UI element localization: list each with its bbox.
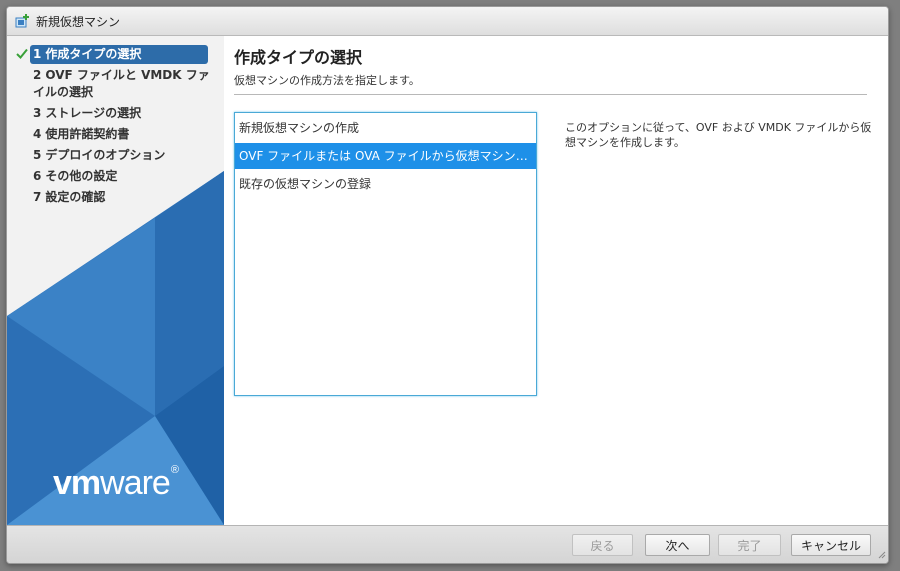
new-vm-dialog: 新規仮想マシン 1 作成タイプの選択 2 OVF ファイルと VMDK ファイル… [6, 6, 889, 564]
step-label: ストレージの選択 [45, 106, 142, 120]
step-number: 5 [33, 148, 42, 162]
header-divider [234, 94, 867, 95]
window-title: 新規仮想マシン [36, 14, 121, 29]
finish-button[interactable]: 完了 [718, 534, 781, 556]
step-number: 7 [33, 190, 42, 204]
step-number: 3 [33, 106, 42, 120]
page-title: 作成タイプの選択 [234, 48, 363, 67]
step-number: 2 [33, 68, 42, 82]
vmware-logo: vmware® [53, 464, 179, 503]
step-number: 1 [33, 47, 42, 61]
wizard-step-1[interactable]: 1 作成タイプの選択 [7, 44, 224, 65]
wizard-step-3[interactable]: 3 ストレージの選択 [7, 103, 224, 124]
option-create-new-vm[interactable]: 新規仮想マシンの作成 [235, 115, 536, 141]
step-label: その他の設定 [45, 169, 118, 183]
creation-type-list[interactable]: 新規仮想マシンの作成 OVF ファイルまたは OVA ファイルから仮想マシンをデ… [234, 112, 537, 396]
wizard-step-6[interactable]: 6 その他の設定 [7, 166, 224, 187]
wizard-sidebar: 1 作成タイプの選択 2 OVF ファイルと VMDK ファイルの選択 3 ストレージ… [7, 36, 224, 525]
logo-ware: ware [100, 464, 171, 502]
wizard-steps: 1 作成タイプの選択 2 OVF ファイルと VMDK ファイルの選択 3 ストレージ… [7, 44, 224, 208]
wizard-footer: 戻る 次へ 完了 キャンセル [7, 525, 888, 563]
title-bar[interactable]: 新規仮想マシン [7, 7, 888, 36]
wizard-step-4[interactable]: 4 使用許諾契約書 [7, 124, 224, 145]
step-label: デプロイのオプション [45, 148, 166, 162]
next-button[interactable]: 次へ [645, 534, 710, 556]
wizard-step-2[interactable]: 2 OVF ファイルと VMDK ファイルの選択 [7, 65, 224, 103]
wizard-step-5[interactable]: 5 デプロイのオプション [7, 145, 224, 166]
step-number: 6 [33, 169, 42, 183]
page-subtitle: 仮想マシンの作成方法を指定します。 [234, 74, 420, 87]
new-vm-icon [15, 13, 31, 29]
logo-registered-mark: ® [170, 464, 179, 476]
resize-grip-icon[interactable] [878, 548, 886, 562]
cancel-button[interactable]: キャンセル [791, 534, 871, 556]
option-description: このオプションに従って、OVF および VMDK ファイルから仮想マシンを作成し… [565, 121, 872, 149]
back-button[interactable]: 戻る [572, 534, 633, 556]
checkmark-icon [16, 47, 28, 64]
logo-vm: vm [53, 464, 101, 502]
wizard-step-7[interactable]: 7 設定の確認 [7, 187, 224, 208]
wizard-content: 作成タイプの選択 仮想マシンの作成方法を指定します。 新規仮想マシンの作成 OV… [224, 36, 888, 525]
step-label: OVF ファイルと VMDK ファイルの選択 [33, 68, 210, 99]
step-label: 設定の確認 [45, 190, 106, 204]
option-deploy-from-ovf[interactable]: OVF ファイルまたは OVA ファイルから仮想マシンをデ... [235, 143, 536, 169]
step-label: 作成タイプの選択 [45, 47, 142, 61]
option-register-existing-vm[interactable]: 既存の仮想マシンの登録 [235, 171, 536, 197]
step-number: 4 [33, 127, 42, 141]
step-label: 使用許諾契約書 [45, 127, 130, 141]
